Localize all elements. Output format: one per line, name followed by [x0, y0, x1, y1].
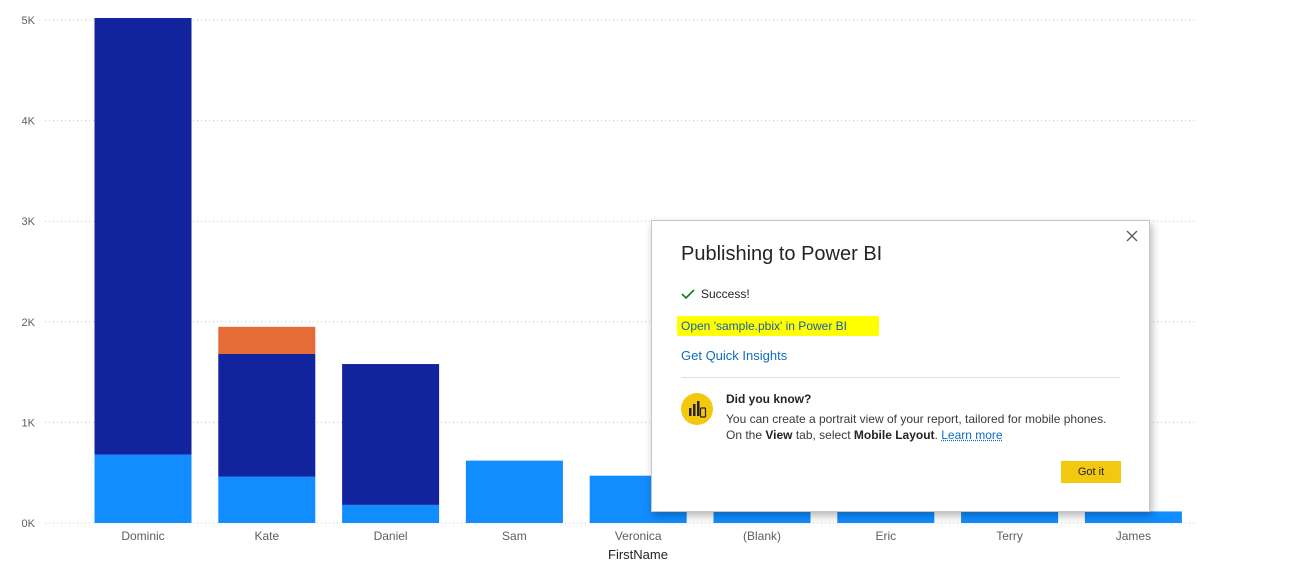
bar-segment-james-0[interactable]: [1084, 511, 1182, 523]
y-tick-label: 4K: [22, 116, 36, 128]
x-tick-label: Dominic: [121, 529, 164, 543]
tip-title: Did you know?: [726, 392, 812, 406]
y-tick-label: 0K: [22, 518, 36, 530]
y-tick-label: 3K: [22, 216, 36, 228]
x-tick-label: Kate: [254, 529, 279, 543]
x-axis-title: FirstName: [608, 547, 668, 562]
close-icon[interactable]: [1123, 227, 1141, 245]
chart-icon: [689, 401, 707, 418]
bar-segment-sam-0[interactable]: [465, 460, 563, 523]
bar-segment-daniel-0[interactable]: [342, 504, 440, 523]
tip-body: You can create a portrait view of your r…: [726, 411, 1126, 443]
tip-mobile-layout: Mobile Layout: [853, 428, 935, 442]
bar-segment-kate-0[interactable]: [218, 476, 316, 523]
x-axis-ticks: Dominic Kate Daniel Sam Veronica (Blank) Eric T…: [121, 529, 1151, 543]
close-button[interactable]: [1123, 227, 1141, 245]
bar-segment-kate-2[interactable]: [218, 326, 316, 354]
x-tick-label: Eric: [875, 529, 896, 543]
x-tick-label: Sam: [502, 529, 527, 543]
y-tick-label: 1K: [22, 417, 36, 429]
y-tick-label: 5K: [22, 15, 36, 27]
tip-line-1: You can create a portrait view of your r…: [726, 412, 1107, 426]
divider: [681, 377, 1120, 378]
x-tick-label: James: [1116, 529, 1151, 543]
status-row: Success!: [681, 287, 750, 301]
bar-segment-blank-0[interactable]: [713, 511, 811, 523]
checkmark-icon: [681, 289, 695, 300]
tip-line-2: On the View tab, select Mobile Layout. L…: [726, 427, 1126, 443]
publish-dialog: Publishing to Power BI Success! Open 'sa…: [651, 220, 1150, 512]
tip-view-word: View: [765, 428, 793, 442]
open-in-power-bi-link[interactable]: Open 'sample.pbix' in Power BI: [677, 316, 879, 336]
get-quick-insights-link[interactable]: Get Quick Insights: [681, 348, 787, 363]
tip-text: tab, select: [792, 428, 854, 442]
x-tick-label: Veronica: [615, 529, 662, 543]
bar-chart-phone-icon: [681, 393, 713, 425]
bar-segment-terry-0[interactable]: [961, 511, 1059, 523]
bar-segment-eric-0[interactable]: [837, 511, 935, 523]
bar-segment-daniel-1[interactable]: [342, 364, 440, 505]
x-tick-label: Daniel: [374, 529, 408, 543]
y-axis-ticks: 0K 1K 2K 3K 4K 5K: [22, 15, 36, 530]
x-tick-label: (Blank): [743, 529, 781, 543]
y-tick-label: 2K: [22, 317, 36, 329]
got-it-button[interactable]: Got it: [1061, 461, 1121, 483]
tip-text: On the: [726, 428, 766, 442]
bar-segment-kate-1[interactable]: [218, 353, 316, 477]
bar-segment-dominic-1[interactable]: [94, 17, 192, 455]
x-tick-label: Terry: [996, 529, 1023, 543]
dialog-title: Publishing to Power BI: [681, 243, 883, 265]
status-text: Success!: [701, 287, 750, 301]
bar-segment-dominic-0[interactable]: [94, 454, 192, 523]
learn-more-link[interactable]: Learn more: [941, 428, 1002, 442]
